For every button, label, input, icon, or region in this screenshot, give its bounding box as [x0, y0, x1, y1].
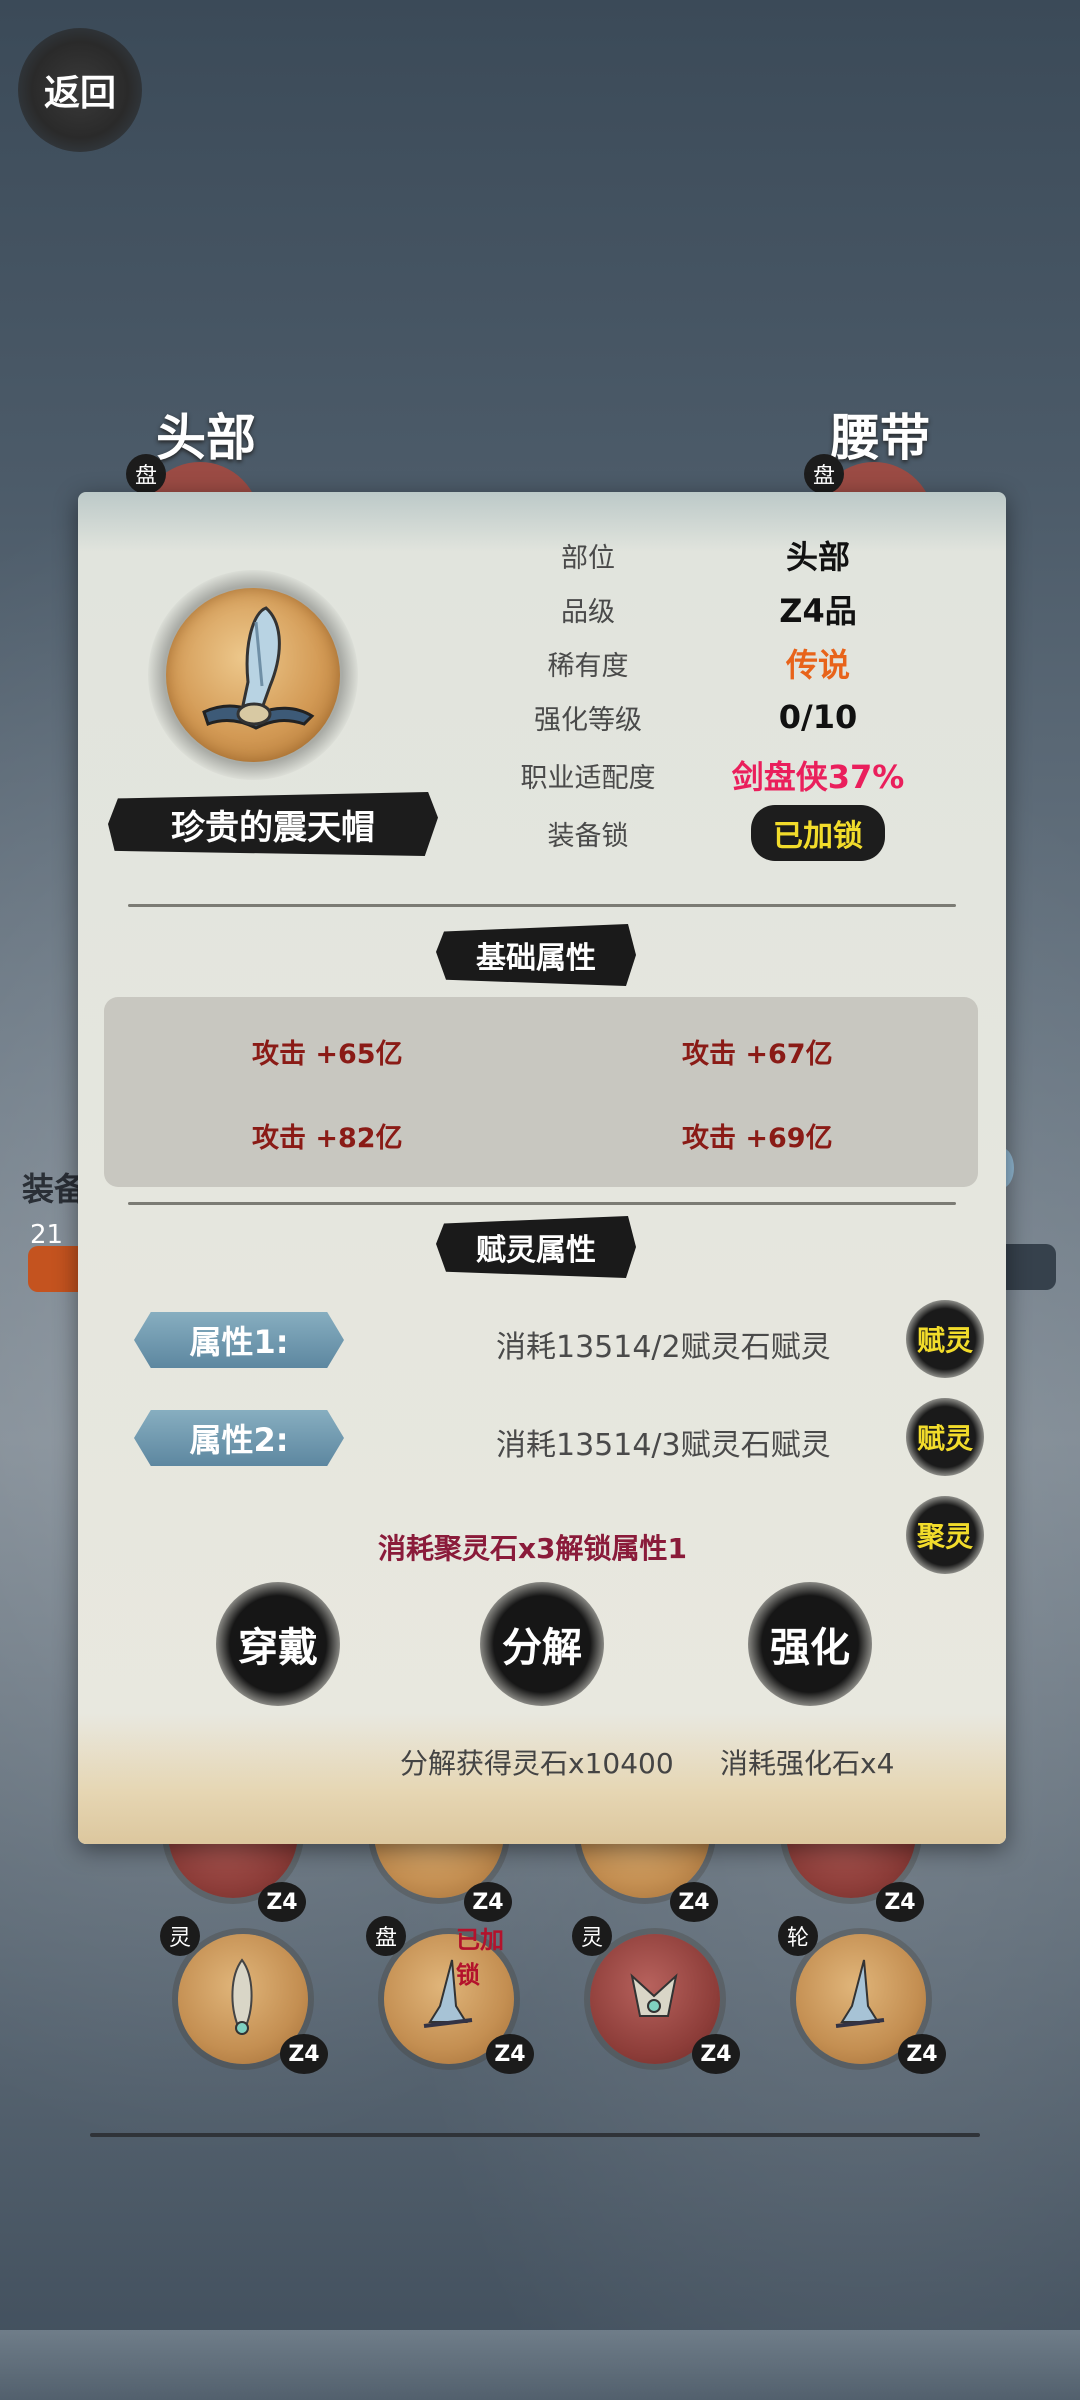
attr-label: 装备锁	[547, 820, 629, 852]
item-level: Z4	[876, 1882, 924, 1922]
back-button[interactable]: 返回	[18, 28, 142, 152]
item-type-badge: 轮	[778, 1916, 818, 1956]
attr-value: Z4品	[779, 592, 857, 630]
item-type-badge: 灵	[572, 1916, 612, 1956]
unlock-hint: 消耗聚灵石x3解锁属性1	[378, 1532, 688, 1565]
item-icon	[166, 588, 340, 762]
item-type-badge: 盘	[366, 1916, 406, 1956]
attr-row-lock: 装备锁 已加锁	[508, 805, 968, 861]
slot-title-head: 头部	[156, 409, 256, 467]
enhance-note: 消耗强化石x4	[720, 1747, 895, 1780]
helmet-icon	[231, 1958, 253, 2035]
attr-row-enhance-level: 强化等级 0/10	[508, 692, 968, 742]
item-level: Z4	[486, 2034, 534, 2074]
helmet-icon	[835, 1959, 885, 2028]
helmet-icon	[630, 1973, 678, 2017]
attr-label: 职业适配度	[520, 762, 656, 794]
side-equip-label: 装备	[22, 1170, 87, 1208]
hat-icon	[202, 606, 315, 730]
decompose-note: 分解获得灵石x10400	[400, 1747, 674, 1780]
divider	[128, 904, 956, 907]
head-slot-badge: 盘	[126, 454, 166, 494]
slot-title-belt: 腰带	[830, 409, 930, 467]
base-stat: 攻击 +82亿	[252, 1123, 403, 1154]
bottom-strip	[0, 2330, 1080, 2400]
item-level: Z4	[692, 2034, 740, 2074]
equipment-detail-modal: 珍贵的震天帽 部位 头部 品级 Z4品 稀有度 传说 强化等级 0/10 职业适…	[78, 492, 1006, 1844]
base-stat: 攻击 +67亿	[682, 1039, 833, 1070]
base-attributes-box	[104, 997, 978, 1187]
attr-row-grade: 品级 Z4品	[508, 584, 968, 634]
inventory-item-4[interactable]: 轮 Z4	[778, 1916, 946, 2076]
item-icon-frame	[148, 570, 358, 780]
belt-slot-badge: 盘	[804, 454, 844, 494]
spirit-attribute-2-cost: 消耗13514/3赋灵石赋灵	[496, 1428, 831, 1463]
attr-label: 品级	[561, 596, 615, 628]
rarity-value: 传说	[785, 646, 850, 684]
inventory-divider	[90, 2133, 980, 2137]
attr-label: 强化等级	[534, 704, 642, 736]
spirit-attribute-1-label: 属性1:	[134, 1312, 344, 1368]
attr-row-slot: 部位 头部	[508, 530, 968, 580]
spirit-attribute-2-button[interactable]: 赋灵	[906, 1398, 984, 1476]
attr-row-class-fit: 职业适配度 剑盘侠37%	[508, 750, 968, 800]
attr-label: 部位	[561, 542, 615, 574]
attr-value: 0/10	[778, 698, 858, 736]
item-level: Z4	[670, 1882, 718, 1922]
divider	[128, 1202, 956, 1205]
wear-button[interactable]: 穿戴	[216, 1582, 340, 1706]
decompose-button[interactable]: 分解	[480, 1582, 604, 1706]
base-attributes-title: 基础属性	[436, 924, 636, 986]
item-level: Z4	[464, 1882, 512, 1922]
base-stat: 攻击 +65亿	[252, 1039, 403, 1070]
attr-row-rarity: 稀有度 传说	[508, 638, 968, 688]
locked-label: 已加锁	[456, 1926, 504, 1989]
gather-spirit-button[interactable]: 聚灵	[906, 1496, 984, 1574]
spirit-attribute-2-label: 属性2:	[134, 1410, 344, 1466]
attr-label: 稀有度	[547, 650, 629, 682]
item-level: Z4	[280, 2034, 328, 2074]
spirit-attribute-1-button[interactable]: 赋灵	[906, 1300, 984, 1378]
enhance-button[interactable]: 强化	[748, 1582, 872, 1706]
inventory-item-3[interactable]: 灵 Z4	[572, 1916, 740, 2076]
item-name: 珍贵的震天帽	[108, 792, 438, 856]
item-level: Z4	[898, 2034, 946, 2074]
inventory-item-1[interactable]: 灵 Z4	[160, 1916, 328, 2076]
inventory-item-2[interactable]: 盘 已加锁 Z4	[366, 1916, 534, 2076]
item-type-badge: 灵	[160, 1916, 200, 1956]
spirit-attributes-title: 赋灵属性	[436, 1216, 636, 1278]
lock-toggle-button[interactable]: 已加锁	[751, 805, 885, 861]
spirit-attribute-1-cost: 消耗13514/2赋灵石赋灵	[496, 1330, 831, 1365]
class-fit-value: 剑盘侠37%	[731, 758, 905, 796]
base-stat: 攻击 +69亿	[682, 1123, 833, 1154]
item-level: Z4	[258, 1882, 306, 1922]
attr-value: 头部	[785, 538, 850, 576]
